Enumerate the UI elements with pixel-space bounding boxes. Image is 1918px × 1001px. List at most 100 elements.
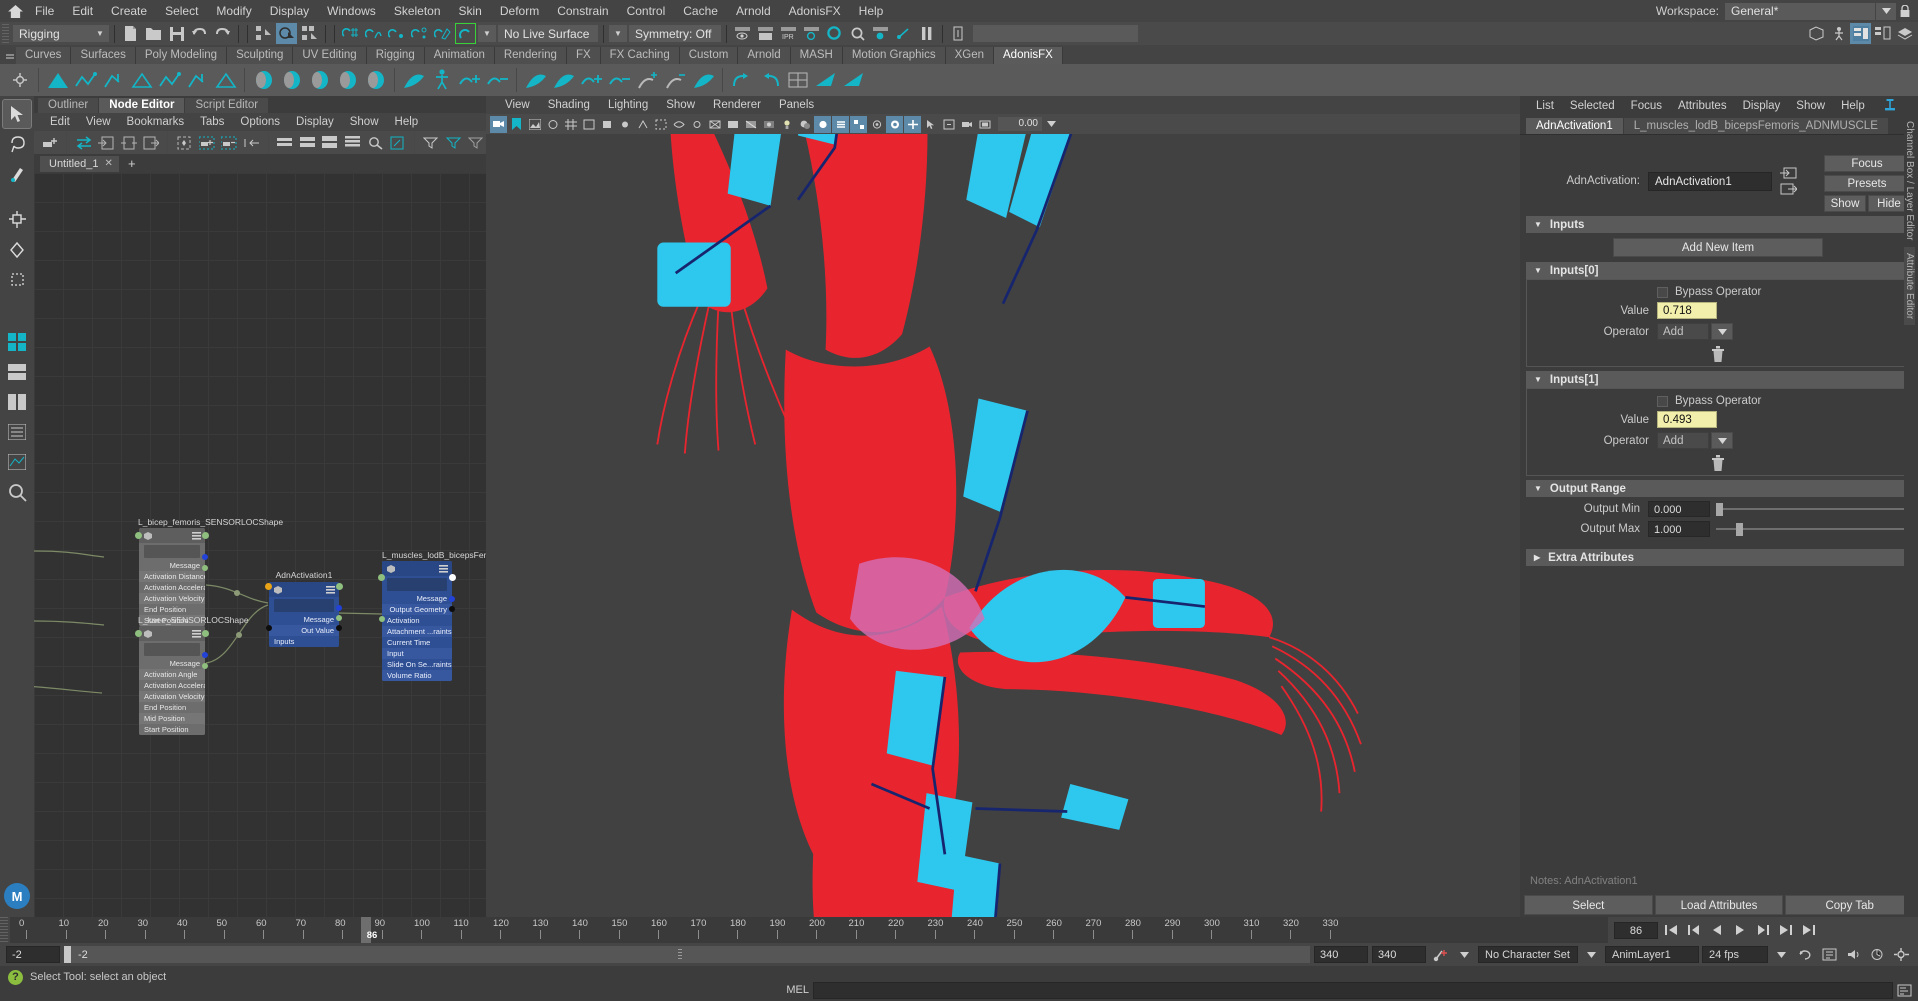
range-slider[interactable]: -2	[64, 946, 1310, 963]
human-ik-icon[interactable]	[1828, 23, 1849, 44]
script-editor-icon[interactable]	[1897, 984, 1912, 997]
ipr-render-icon[interactable]: IPR	[778, 23, 799, 44]
select-hierarchy-icon[interactable]	[253, 23, 274, 44]
delete-input0-icon[interactable]	[1711, 346, 1725, 362]
shaded-wireframe-icon[interactable]	[742, 116, 759, 133]
node-in-end-position[interactable]: End Position	[139, 702, 205, 713]
node-in-activation-velocity[interactable]: Activation Velocity	[139, 593, 205, 604]
scale-tool-icon[interactable]	[3, 266, 31, 294]
go-to-start-icon[interactable]	[1660, 920, 1681, 940]
animation-layers-icon[interactable]	[1867, 945, 1888, 965]
simple-node-view-icon[interactable]	[275, 133, 295, 153]
shelf-icon-arrow-4[interactable]	[156, 66, 183, 94]
snap-curve-icon[interactable]	[363, 23, 384, 44]
menu-create[interactable]: Create	[102, 2, 156, 20]
inputs-in-plug[interactable]	[266, 625, 272, 631]
add-selected-nodes-icon[interactable]	[40, 133, 60, 153]
node-sensor-knee[interactable]: L_knee_SENSORLOCShape Message Activation…	[135, 615, 249, 735]
tab-node-editor[interactable]: Node Editor	[99, 98, 185, 113]
range-start-outer-field[interactable]: -2	[6, 946, 60, 963]
exposure-icon[interactable]	[616, 116, 633, 133]
shelf-icon-fan-14[interactable]	[400, 66, 427, 94]
ae-menu-display[interactable]: Display	[1735, 99, 1789, 113]
shelf-icon-fan-25[interactable]	[690, 66, 717, 94]
shelf-tab-animation[interactable]: Animation	[424, 47, 495, 64]
paint-select-tool-icon[interactable]	[3, 160, 31, 188]
show-button[interactable]: Show	[1824, 195, 1866, 212]
shelf-icon-face-12[interactable]	[362, 66, 389, 94]
operator-select[interactable]: Add	[1657, 323, 1709, 340]
step-forward-frame-icon[interactable]	[1752, 920, 1773, 940]
ne-menu-show[interactable]: Show	[342, 115, 387, 129]
ae-tab-adn-activation[interactable]: AdnActivation1	[1526, 118, 1623, 134]
inputs0-header[interactable]: ▼ Inputs[0]	[1526, 262, 1910, 279]
layer-editor-toggle-icon[interactable]	[1894, 23, 1915, 44]
ae-menu-show[interactable]: Show	[1788, 99, 1833, 113]
ne-menu-display[interactable]: Display	[288, 115, 342, 129]
current-frame-field[interactable]: 86	[1614, 921, 1658, 939]
node-name-field[interactable]	[274, 599, 334, 612]
node-out-value[interactable]: Out Value	[269, 625, 339, 636]
shelf-tab-rigging[interactable]: Rigging	[366, 47, 425, 64]
toggle-show-attributes-icon[interactable]	[443, 133, 463, 153]
node-adn-muscle[interactable]: L_muscles_lodB_bicepsFemoris_ADNMUSCLE M…	[378, 550, 486, 681]
connect-nodes-icon[interactable]	[242, 133, 262, 153]
shelf-settings-icon[interactable]	[6, 66, 33, 94]
image-plane-icon[interactable]	[526, 116, 543, 133]
menu-adonisfx[interactable]: AdonisFX	[780, 2, 850, 20]
avatar[interactable]: M	[4, 883, 30, 909]
use-lights-icon[interactable]	[778, 116, 795, 133]
menu-control[interactable]: Control	[618, 2, 675, 20]
menu-file[interactable]: File	[26, 2, 63, 20]
delete-input1-icon[interactable]	[1711, 455, 1725, 471]
geometry-out-plug[interactable]	[449, 606, 455, 612]
value-input[interactable]: 0.493	[1657, 411, 1717, 428]
drag-handle[interactable]	[2, 23, 9, 44]
select-mode-icon[interactable]	[922, 116, 939, 133]
menu-edit[interactable]: Edit	[63, 2, 102, 20]
output-max-input[interactable]: 1.000	[1648, 521, 1710, 537]
filter-options-icon[interactable]	[466, 133, 486, 153]
shelf-tab-arnold[interactable]: Arnold	[738, 47, 791, 64]
ne-menu-help[interactable]: Help	[387, 115, 427, 129]
chevron-down-icon[interactable]	[1876, 2, 1896, 20]
character-set-select[interactable]: No Character Set	[1478, 946, 1578, 963]
layout-hypershade-icon[interactable]	[3, 478, 31, 506]
node-body[interactable]: Message Output Geometry Activation Attac…	[382, 561, 452, 681]
node-out-message[interactable]: Message	[382, 593, 452, 604]
vp-menu-lighting[interactable]: Lighting	[599, 98, 657, 112]
xray-icon[interactable]	[670, 116, 687, 133]
shelf-icon-arrow2-2[interactable]	[100, 66, 127, 94]
shelf-icon-tri2-3[interactable]	[128, 66, 155, 94]
node-in-activation-acceleration[interactable]: Activation Acceleration	[139, 582, 205, 593]
shelf-icon-grid-29[interactable]	[784, 66, 811, 94]
node-body[interactable]: Message Activation Distance Activation A…	[139, 528, 205, 626]
screen-space-ao-icon[interactable]	[814, 115, 831, 133]
node-in-activation-acceleration[interactable]: Activation Acceleration	[139, 680, 205, 691]
play-forward-icon[interactable]	[1729, 920, 1750, 940]
chevron-down-icon[interactable]	[1043, 116, 1060, 133]
redo-icon[interactable]	[212, 23, 233, 44]
time-slider[interactable]: 0 10 20 30 40 50 60 70 80 90 100 110 120 130 140 150 160…	[10, 917, 1608, 943]
shelf-tab-fx[interactable]: FX	[566, 47, 601, 64]
hypershade-icon[interactable]	[824, 23, 845, 44]
shelf-icon-tendon-24[interactable]	[662, 66, 689, 94]
shelf-icon-muscle-16[interactable]	[456, 66, 483, 94]
bypass-operator-checkbox[interactable]	[1657, 395, 1668, 407]
ae-tab-adn-muscle[interactable]: L_muscles_lodB_bicepsFemoris_ADNMUSCLE	[1623, 118, 1888, 134]
full-node-view-icon[interactable]	[320, 133, 340, 153]
bypass-operator-checkbox[interactable]	[1657, 286, 1668, 298]
attribute-editor-toggle-icon[interactable]	[1850, 23, 1871, 44]
inputs-section-header[interactable]: ▼ Inputs	[1526, 216, 1910, 233]
layout-single-icon[interactable]	[3, 358, 31, 386]
output-min-input[interactable]: 0.000	[1648, 501, 1710, 517]
node-adn-activation[interactable]: AdnActivation1 Message Out Value Inputs	[265, 570, 343, 647]
ne-menu-bookmarks[interactable]: Bookmarks	[119, 115, 193, 129]
menu-constrain[interactable]: Constrain	[548, 2, 617, 20]
bookmark-icon[interactable]	[508, 116, 525, 133]
shelf-tab-uv-editing[interactable]: UV Editing	[293, 47, 367, 64]
node-out-message[interactable]: Message	[139, 658, 205, 669]
live-surface-selector[interactable]: No Live Surface	[498, 25, 598, 42]
toggle-rendering-icon[interactable]	[893, 23, 914, 44]
xray-joints-icon[interactable]	[688, 116, 705, 133]
